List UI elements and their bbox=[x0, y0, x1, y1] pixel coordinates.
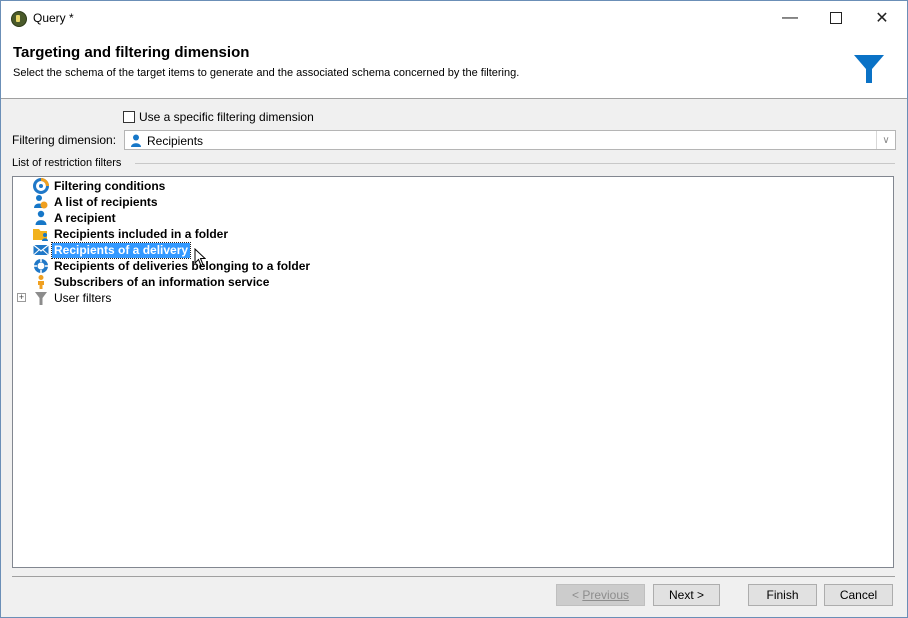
maximize-button[interactable] bbox=[813, 1, 859, 35]
tree-item-label: Filtering conditions bbox=[54, 178, 166, 193]
window-title: Query * bbox=[33, 11, 74, 25]
filtering-conditions-icon bbox=[33, 178, 49, 194]
tree-item-recipients-of-delivery[interactable]: Recipients of a delivery bbox=[33, 241, 192, 259]
query-dialog: Query * — ✕ Targeting and filtering dime… bbox=[0, 0, 908, 618]
minimize-button[interactable]: — bbox=[767, 1, 813, 35]
person-icon bbox=[131, 134, 141, 147]
restriction-filters-label: List of restriction filters bbox=[12, 157, 125, 169]
tree-item-label: Recipients included in a folder bbox=[54, 226, 229, 241]
tree-item-user-filters[interactable]: User filters bbox=[33, 290, 113, 306]
user-filter-icon bbox=[35, 292, 47, 305]
cancel-button[interactable]: Cancel bbox=[824, 584, 893, 606]
tree-item-label: User filters bbox=[54, 290, 112, 305]
funnel-icon bbox=[854, 55, 884, 83]
finish-button[interactable]: Finish bbox=[748, 584, 817, 606]
expand-user-filters-button[interactable]: + bbox=[17, 293, 26, 302]
page-description: Select the schema of the target items to… bbox=[13, 67, 520, 79]
group-divider bbox=[135, 163, 895, 164]
tree-item-label: Recipients of a delivery bbox=[50, 241, 192, 259]
next-button-label: Next > bbox=[668, 588, 704, 602]
recipient-list-icon bbox=[34, 195, 48, 209]
tree-item-list-of-recipients[interactable]: A list of recipients bbox=[33, 194, 160, 210]
finish-button-label: Finish bbox=[766, 588, 799, 602]
previous-button-label: Previous bbox=[582, 588, 630, 602]
app-icon bbox=[11, 11, 27, 27]
tree-item-label: A list of recipients bbox=[54, 194, 158, 209]
filtering-dimension-value: Recipients bbox=[147, 134, 204, 148]
page-title: Targeting and filtering dimension bbox=[13, 44, 250, 61]
close-button[interactable]: ✕ bbox=[859, 1, 905, 35]
tree-item-label: A recipient bbox=[54, 210, 116, 225]
previous-prefix: < bbox=[571, 588, 583, 602]
tree-item-filtering-conditions[interactable]: Filtering conditions bbox=[33, 178, 167, 194]
subscriber-icon bbox=[38, 275, 44, 289]
mouse-cursor-icon bbox=[194, 248, 206, 267]
next-button[interactable]: Next > bbox=[653, 584, 720, 606]
tree-item-deliveries-in-folder[interactable]: Recipients of deliveries belonging to a … bbox=[33, 258, 312, 274]
restriction-filter-tree[interactable]: Filtering conditions A list of recipient… bbox=[12, 176, 894, 568]
delivery-envelope-icon bbox=[33, 244, 49, 256]
previous-button[interactable]: < Previous bbox=[556, 584, 645, 606]
folder-recipients-icon bbox=[33, 229, 48, 241]
specific-dimension-checkbox[interactable] bbox=[123, 111, 135, 123]
footer-divider bbox=[12, 576, 895, 577]
wizard-header: Targeting and filtering dimension Select… bbox=[1, 35, 907, 99]
tree-item-recipients-in-folder[interactable]: Recipients included in a folder bbox=[33, 226, 230, 242]
filtering-dimension-label: Filtering dimension: bbox=[12, 133, 117, 147]
tree-item-label: Recipients of deliveries belonging to a … bbox=[54, 258, 311, 273]
tree-item-a-recipient[interactable]: A recipient bbox=[33, 210, 118, 226]
delivery-folder-icon bbox=[34, 259, 48, 273]
tree-item-subscribers[interactable]: Subscribers of an information service bbox=[33, 274, 271, 290]
title-bar: Query * — ✕ bbox=[1, 1, 907, 35]
recipient-icon bbox=[35, 210, 47, 225]
tree-item-label: Subscribers of an information service bbox=[54, 274, 270, 289]
specific-dimension-label: Use a specific filtering dimension bbox=[139, 110, 314, 124]
filtering-dimension-select[interactable]: Recipients ∨ bbox=[124, 130, 896, 150]
specific-dimension-checkbox-row[interactable]: Use a specific filtering dimension bbox=[123, 109, 314, 125]
cancel-button-label: Cancel bbox=[839, 588, 878, 602]
chevron-down-icon[interactable]: ∨ bbox=[876, 131, 895, 149]
